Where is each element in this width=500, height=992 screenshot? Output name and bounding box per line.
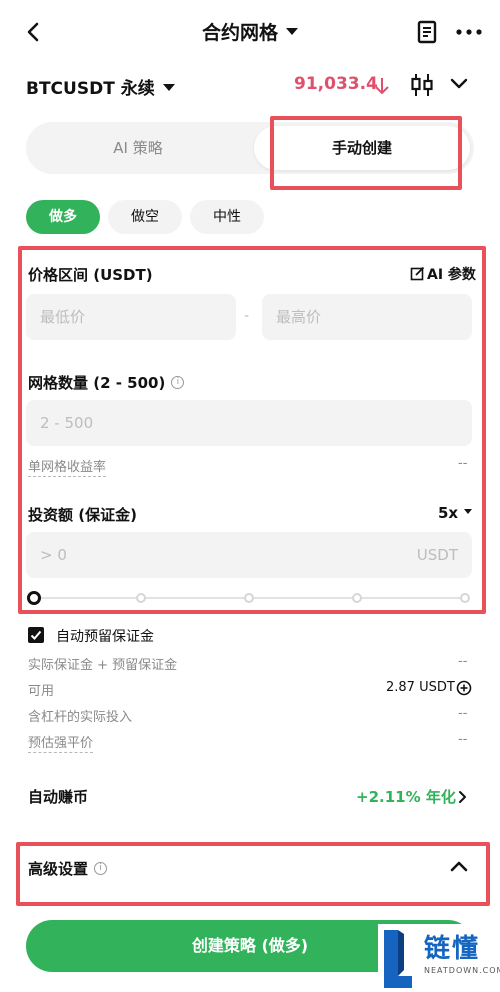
edit-icon (410, 266, 425, 281)
more-icon[interactable] (456, 28, 482, 36)
add-circle-icon[interactable] (456, 680, 472, 696)
auto-reserve-checkbox[interactable] (28, 627, 44, 643)
check-icon (30, 630, 42, 640)
direction-short-button[interactable]: 做空 (108, 200, 182, 234)
arrow-down-icon (375, 78, 389, 95)
liq-price-value: -- (458, 732, 468, 747)
per-grid-yield-label[interactable]: 单网格收益率 (28, 456, 107, 477)
tab-manual-create[interactable]: 手动创建 (254, 126, 470, 170)
slider-step-50[interactable] (244, 593, 254, 603)
auto-earn-label: 自动赚币 (28, 788, 89, 806)
document-icon[interactable] (416, 20, 438, 44)
price-range-label: 价格区间 (USDT) (28, 266, 153, 284)
slider-step-75[interactable] (352, 593, 362, 603)
available-value: 2.87 USDT (386, 680, 455, 695)
actual-margin-value: -- (458, 654, 468, 669)
slider-handle[interactable] (27, 591, 41, 605)
watermark-logo: 链懂 NEATDOWN.COM (378, 924, 500, 992)
last-price: 91,033.4 (294, 74, 378, 94)
pair-selector[interactable]: BTCUSDT 永续 (26, 74, 175, 99)
auto-reserve-label: 自动预留保证金 (56, 629, 154, 645)
grid-count-label: 网格数量 (2 - 500) i (28, 372, 185, 393)
tab-ai-strategy[interactable]: AI 策略 (26, 122, 250, 174)
slider-step-100[interactable] (460, 593, 470, 603)
liq-price-label[interactable]: 预估强平价 (28, 732, 94, 753)
leverage-invest-label: 含杠杆的实际投入 (28, 710, 133, 725)
min-price-input[interactable]: 最低价 (26, 294, 236, 340)
actual-margin-label: 实际保证金 + 预留保证金 (28, 658, 178, 673)
info-icon[interactable]: i (171, 376, 185, 389)
investment-input[interactable]: > 0 USDT (26, 532, 472, 578)
candlestick-icon[interactable] (410, 72, 434, 98)
auto-earn-value[interactable]: +2.11% 年化 (356, 786, 456, 807)
grid-count-input[interactable]: 2 - 500 (26, 400, 472, 446)
leverage-invest-value: -- (458, 706, 468, 721)
leverage-selector[interactable]: 5x (438, 504, 473, 522)
available-label: 可用 (28, 684, 55, 699)
leverage-caret-icon (464, 509, 473, 514)
per-grid-yield-value: -- (458, 456, 468, 471)
max-price-input[interactable]: 最高价 (262, 294, 472, 340)
ai-params-button[interactable]: AI 参数 (410, 264, 476, 284)
slider-step-25[interactable] (136, 593, 146, 603)
chevron-down-icon[interactable] (450, 78, 468, 90)
chevron-up-icon[interactable] (450, 860, 468, 872)
investment-label: 投资额 (保证金) (28, 506, 137, 524)
advanced-info-icon[interactable]: i (94, 862, 108, 875)
watermark-brand: 链懂 (424, 934, 481, 964)
direction-long-button[interactable]: 做多 (26, 200, 100, 234)
investment-unit: USDT (416, 546, 458, 564)
direction-neutral-button[interactable]: 中性 (190, 200, 264, 234)
chevron-right-icon[interactable] (458, 790, 468, 804)
pair-caret-icon (162, 83, 175, 91)
advanced-settings-label[interactable]: 高级设置 i (28, 858, 108, 879)
watermark-domain: NEATDOWN.COM (424, 966, 500, 975)
title-caret-icon (286, 28, 298, 35)
range-separator: - (244, 308, 250, 324)
